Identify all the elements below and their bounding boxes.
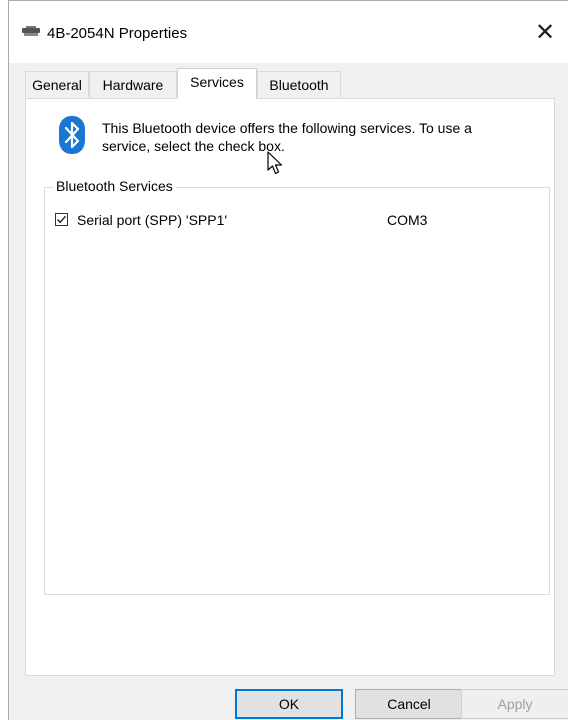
services-panel: This Bluetooth device offers the followi… xyxy=(25,98,555,676)
service-checkbox[interactable] xyxy=(55,213,68,226)
bluetooth-services-group: Bluetooth Services Serial port (SPP) 'SP… xyxy=(44,178,550,595)
properties-window: 4B-2054N Properties ✕ General Hardware S… xyxy=(8,0,568,720)
cancel-button[interactable]: Cancel xyxy=(355,689,463,719)
service-row[interactable]: Serial port (SPP) 'SPP1' COM3 xyxy=(53,210,541,232)
tab-bluetooth[interactable]: Bluetooth xyxy=(257,71,341,97)
title-bar[interactable]: 4B-2054N Properties ✕ xyxy=(9,1,568,63)
apply-button[interactable]: Apply xyxy=(461,689,568,719)
mouse-pointer-icon xyxy=(267,151,285,177)
group-label: Bluetooth Services xyxy=(53,178,176,194)
ok-button[interactable]: OK xyxy=(235,689,343,719)
service-port: COM3 xyxy=(387,212,428,228)
checkmark-icon xyxy=(57,215,67,224)
window-title: 4B-2054N Properties xyxy=(47,25,188,42)
service-name: Serial port (SPP) 'SPP1' xyxy=(77,212,228,228)
bluetooth-icon xyxy=(59,116,85,154)
close-button[interactable]: ✕ xyxy=(522,9,568,55)
close-icon: ✕ xyxy=(534,18,556,46)
intro-text: This Bluetooth device offers the followi… xyxy=(102,120,472,154)
tab-hardware[interactable]: Hardware xyxy=(89,71,177,97)
tab-services[interactable]: Services xyxy=(177,68,257,99)
tab-general[interactable]: General xyxy=(25,71,89,97)
tab-strip: General Hardware Services Bluetooth xyxy=(25,68,555,99)
device-icon xyxy=(21,25,41,39)
